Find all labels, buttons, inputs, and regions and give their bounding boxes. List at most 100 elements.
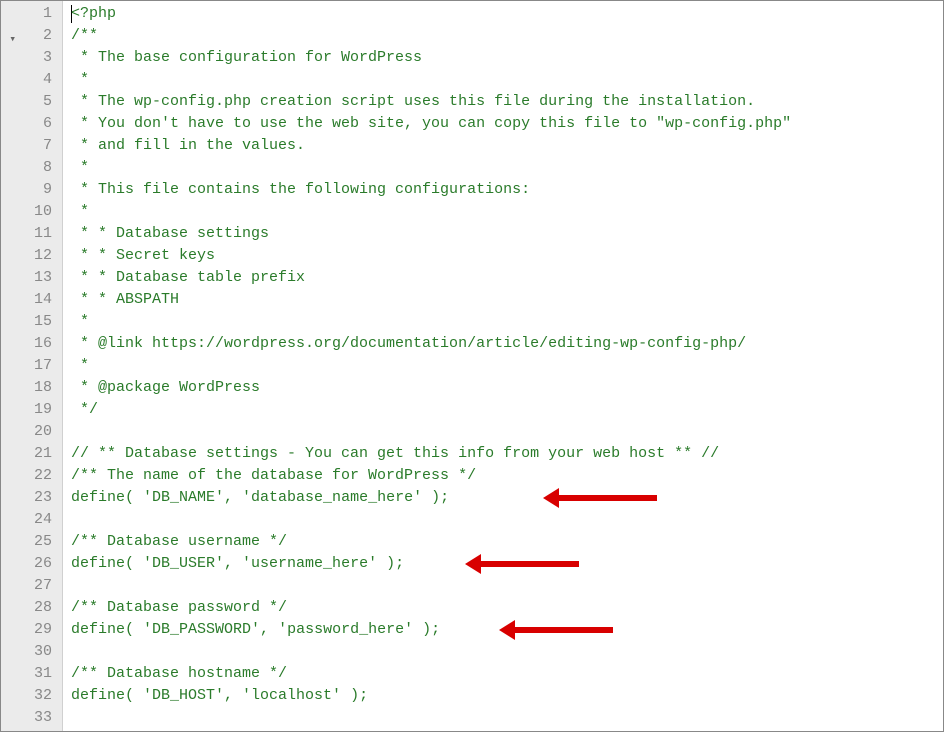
code-line-2[interactable]: /** bbox=[71, 25, 943, 47]
code-text: define( bbox=[71, 621, 143, 638]
line-number: 10 bbox=[1, 201, 58, 223]
code-text: 'password_here' bbox=[278, 621, 413, 638]
code-text: * The base configuration for WordPress bbox=[71, 49, 422, 66]
code-line-32[interactable]: define( 'DB_HOST', 'localhost' ); bbox=[71, 685, 943, 707]
code-line-30[interactable] bbox=[71, 641, 943, 663]
line-number: 16 bbox=[1, 333, 58, 355]
code-line-15[interactable]: * bbox=[71, 311, 943, 333]
annotation-arrow-icon bbox=[557, 495, 657, 501]
annotation-arrow-icon bbox=[479, 561, 579, 567]
code-line-28[interactable]: /** Database password */ bbox=[71, 597, 943, 619]
code-text: /** Database username */ bbox=[71, 533, 287, 550]
line-number: 7 bbox=[1, 135, 58, 157]
line-number: 22 bbox=[1, 465, 58, 487]
code-line-17[interactable]: * bbox=[71, 355, 943, 377]
line-number: 23 bbox=[1, 487, 58, 509]
code-text: * * Secret keys bbox=[71, 247, 215, 264]
code-text: 'database_name_here' bbox=[242, 489, 422, 506]
code-line-18[interactable]: * @package WordPress bbox=[71, 377, 943, 399]
line-number: 25 bbox=[1, 531, 58, 553]
code-text: define( bbox=[71, 489, 143, 506]
code-text: <?php bbox=[71, 5, 116, 22]
code-text: /** The name of the database for WordPre… bbox=[71, 467, 476, 484]
code-line-26[interactable]: define( 'DB_USER', 'username_here' ); bbox=[71, 553, 943, 575]
code-text: define( bbox=[71, 555, 143, 572]
annotation-arrow-icon bbox=[513, 627, 613, 633]
code-line-21[interactable]: // ** Database settings - You can get th… bbox=[71, 443, 943, 465]
code-text: 'username_here' bbox=[242, 555, 377, 572]
code-text: 'DB_USER' bbox=[143, 555, 224, 572]
code-line-7[interactable]: * and fill in the values. bbox=[71, 135, 943, 157]
code-text: * * Database settings bbox=[71, 225, 269, 242]
code-line-1[interactable]: <?php bbox=[71, 3, 943, 25]
code-line-4[interactable]: * bbox=[71, 69, 943, 91]
line-number: 15 bbox=[1, 311, 58, 333]
code-editor[interactable]: 1 2▾ 3 4 5 6 7 8 9 10 11 12 13 14 15 16 … bbox=[1, 1, 943, 731]
line-number: 21 bbox=[1, 443, 58, 465]
code-text: , bbox=[224, 687, 242, 704]
line-number: 26 bbox=[1, 553, 58, 575]
code-text: 'localhost' bbox=[242, 687, 341, 704]
code-line-12[interactable]: * * Secret keys bbox=[71, 245, 943, 267]
code-line-8[interactable]: * bbox=[71, 157, 943, 179]
code-text: * bbox=[71, 313, 89, 330]
code-line-20[interactable] bbox=[71, 421, 943, 443]
code-text: 'DB_HOST' bbox=[143, 687, 224, 704]
code-text: ); bbox=[422, 489, 449, 506]
code-text: 'DB_NAME' bbox=[143, 489, 224, 506]
line-number: 13 bbox=[1, 267, 58, 289]
line-number: 3 bbox=[1, 47, 58, 69]
code-text: * and fill in the values. bbox=[71, 137, 305, 154]
line-number: 18 bbox=[1, 377, 58, 399]
code-text: /** bbox=[71, 27, 98, 44]
code-line-19[interactable]: */ bbox=[71, 399, 943, 421]
code-line-23[interactable]: define( 'DB_NAME', 'database_name_here' … bbox=[71, 487, 943, 509]
code-text: */ bbox=[71, 401, 98, 418]
code-text: , bbox=[224, 489, 242, 506]
code-text: define( bbox=[71, 687, 143, 704]
line-number: 31 bbox=[1, 663, 58, 685]
line-number: 30 bbox=[1, 641, 58, 663]
code-text: * bbox=[71, 203, 89, 220]
code-line-13[interactable]: * * Database table prefix bbox=[71, 267, 943, 289]
code-text: * This file contains the following confi… bbox=[71, 181, 530, 198]
code-text: /** Database hostname */ bbox=[71, 665, 287, 682]
code-text: * bbox=[71, 71, 89, 88]
code-text: ); bbox=[413, 621, 440, 638]
line-number: 19 bbox=[1, 399, 58, 421]
code-text: * * Database table prefix bbox=[71, 269, 305, 286]
code-text: * You don't have to use the web site, yo… bbox=[71, 115, 791, 132]
code-line-11[interactable]: * * Database settings bbox=[71, 223, 943, 245]
code-line-24[interactable] bbox=[71, 509, 943, 531]
code-area[interactable]: <?php /** * The base configuration for W… bbox=[63, 1, 943, 731]
code-line-9[interactable]: * This file contains the following confi… bbox=[71, 179, 943, 201]
code-line-33[interactable] bbox=[71, 707, 943, 729]
code-line-25[interactable]: /** Database username */ bbox=[71, 531, 943, 553]
line-number: 27 bbox=[1, 575, 58, 597]
code-line-3[interactable]: * The base configuration for WordPress bbox=[71, 47, 943, 69]
code-line-5[interactable]: * The wp-config.php creation script uses… bbox=[71, 91, 943, 113]
code-text: * The wp-config.php creation script uses… bbox=[71, 93, 755, 110]
line-number: 17 bbox=[1, 355, 58, 377]
code-line-10[interactable]: * bbox=[71, 201, 943, 223]
code-line-14[interactable]: * * ABSPATH bbox=[71, 289, 943, 311]
code-line-29[interactable]: define( 'DB_PASSWORD', 'password_here' )… bbox=[71, 619, 943, 641]
code-line-16[interactable]: * @link https://wordpress.org/documentat… bbox=[71, 333, 943, 355]
line-number: 1 bbox=[1, 3, 58, 25]
code-text: * bbox=[71, 357, 89, 374]
line-number: 29 bbox=[1, 619, 58, 641]
code-line-6[interactable]: * You don't have to use the web site, yo… bbox=[71, 113, 943, 135]
code-line-27[interactable] bbox=[71, 575, 943, 597]
code-line-22[interactable]: /** The name of the database for WordPre… bbox=[71, 465, 943, 487]
line-number: 6 bbox=[1, 113, 58, 135]
code-text: 'DB_PASSWORD' bbox=[143, 621, 260, 638]
code-line-31[interactable]: /** Database hostname */ bbox=[71, 663, 943, 685]
code-text: // ** Database settings - You can get th… bbox=[71, 445, 719, 462]
line-number-gutter: 1 2▾ 3 4 5 6 7 8 9 10 11 12 13 14 15 16 … bbox=[1, 1, 63, 731]
line-number: 9 bbox=[1, 179, 58, 201]
code-text: , bbox=[260, 621, 278, 638]
line-number: 20 bbox=[1, 421, 58, 443]
line-number: 12 bbox=[1, 245, 58, 267]
line-number: 5 bbox=[1, 91, 58, 113]
line-number: 14 bbox=[1, 289, 58, 311]
